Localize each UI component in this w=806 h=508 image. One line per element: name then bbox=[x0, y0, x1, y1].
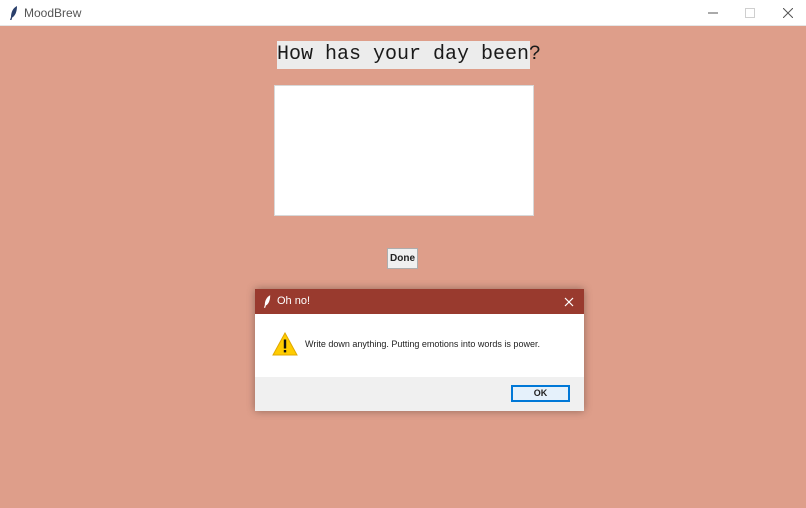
dialog-title: Oh no! bbox=[277, 295, 311, 307]
main-area: How has your day been? Done bbox=[0, 26, 806, 508]
dialog-title-bar[interactable]: Oh no! bbox=[255, 289, 584, 314]
minimize-icon bbox=[708, 12, 718, 14]
dialog-footer: OK bbox=[255, 377, 584, 411]
window-title: MoodBrew bbox=[24, 6, 82, 20]
minimize-button[interactable] bbox=[695, 0, 731, 26]
warning-icon bbox=[272, 332, 298, 356]
close-button[interactable] bbox=[770, 0, 806, 26]
maximize-button[interactable] bbox=[732, 0, 768, 26]
dialog-message: Write down anything. Putting emotions in… bbox=[305, 339, 540, 349]
close-icon bbox=[564, 297, 574, 307]
journal-entry-textbox[interactable] bbox=[274, 85, 534, 216]
app-window: MoodBrew How has your day been? Done Oh … bbox=[0, 0, 806, 508]
dialog-close-button[interactable] bbox=[561, 294, 577, 310]
feather-icon bbox=[10, 6, 17, 20]
done-button[interactable]: Done bbox=[387, 248, 418, 269]
alert-dialog: Oh no! Write down anything. Putting emot… bbox=[255, 289, 584, 411]
ok-button[interactable]: OK bbox=[511, 385, 570, 402]
prompt-heading: How has your day been? bbox=[277, 41, 541, 69]
close-icon bbox=[783, 8, 793, 18]
title-bar[interactable]: MoodBrew bbox=[0, 0, 806, 26]
maximize-icon bbox=[745, 8, 755, 18]
feather-icon bbox=[263, 295, 271, 308]
dialog-body: Write down anything. Putting emotions in… bbox=[255, 314, 584, 377]
